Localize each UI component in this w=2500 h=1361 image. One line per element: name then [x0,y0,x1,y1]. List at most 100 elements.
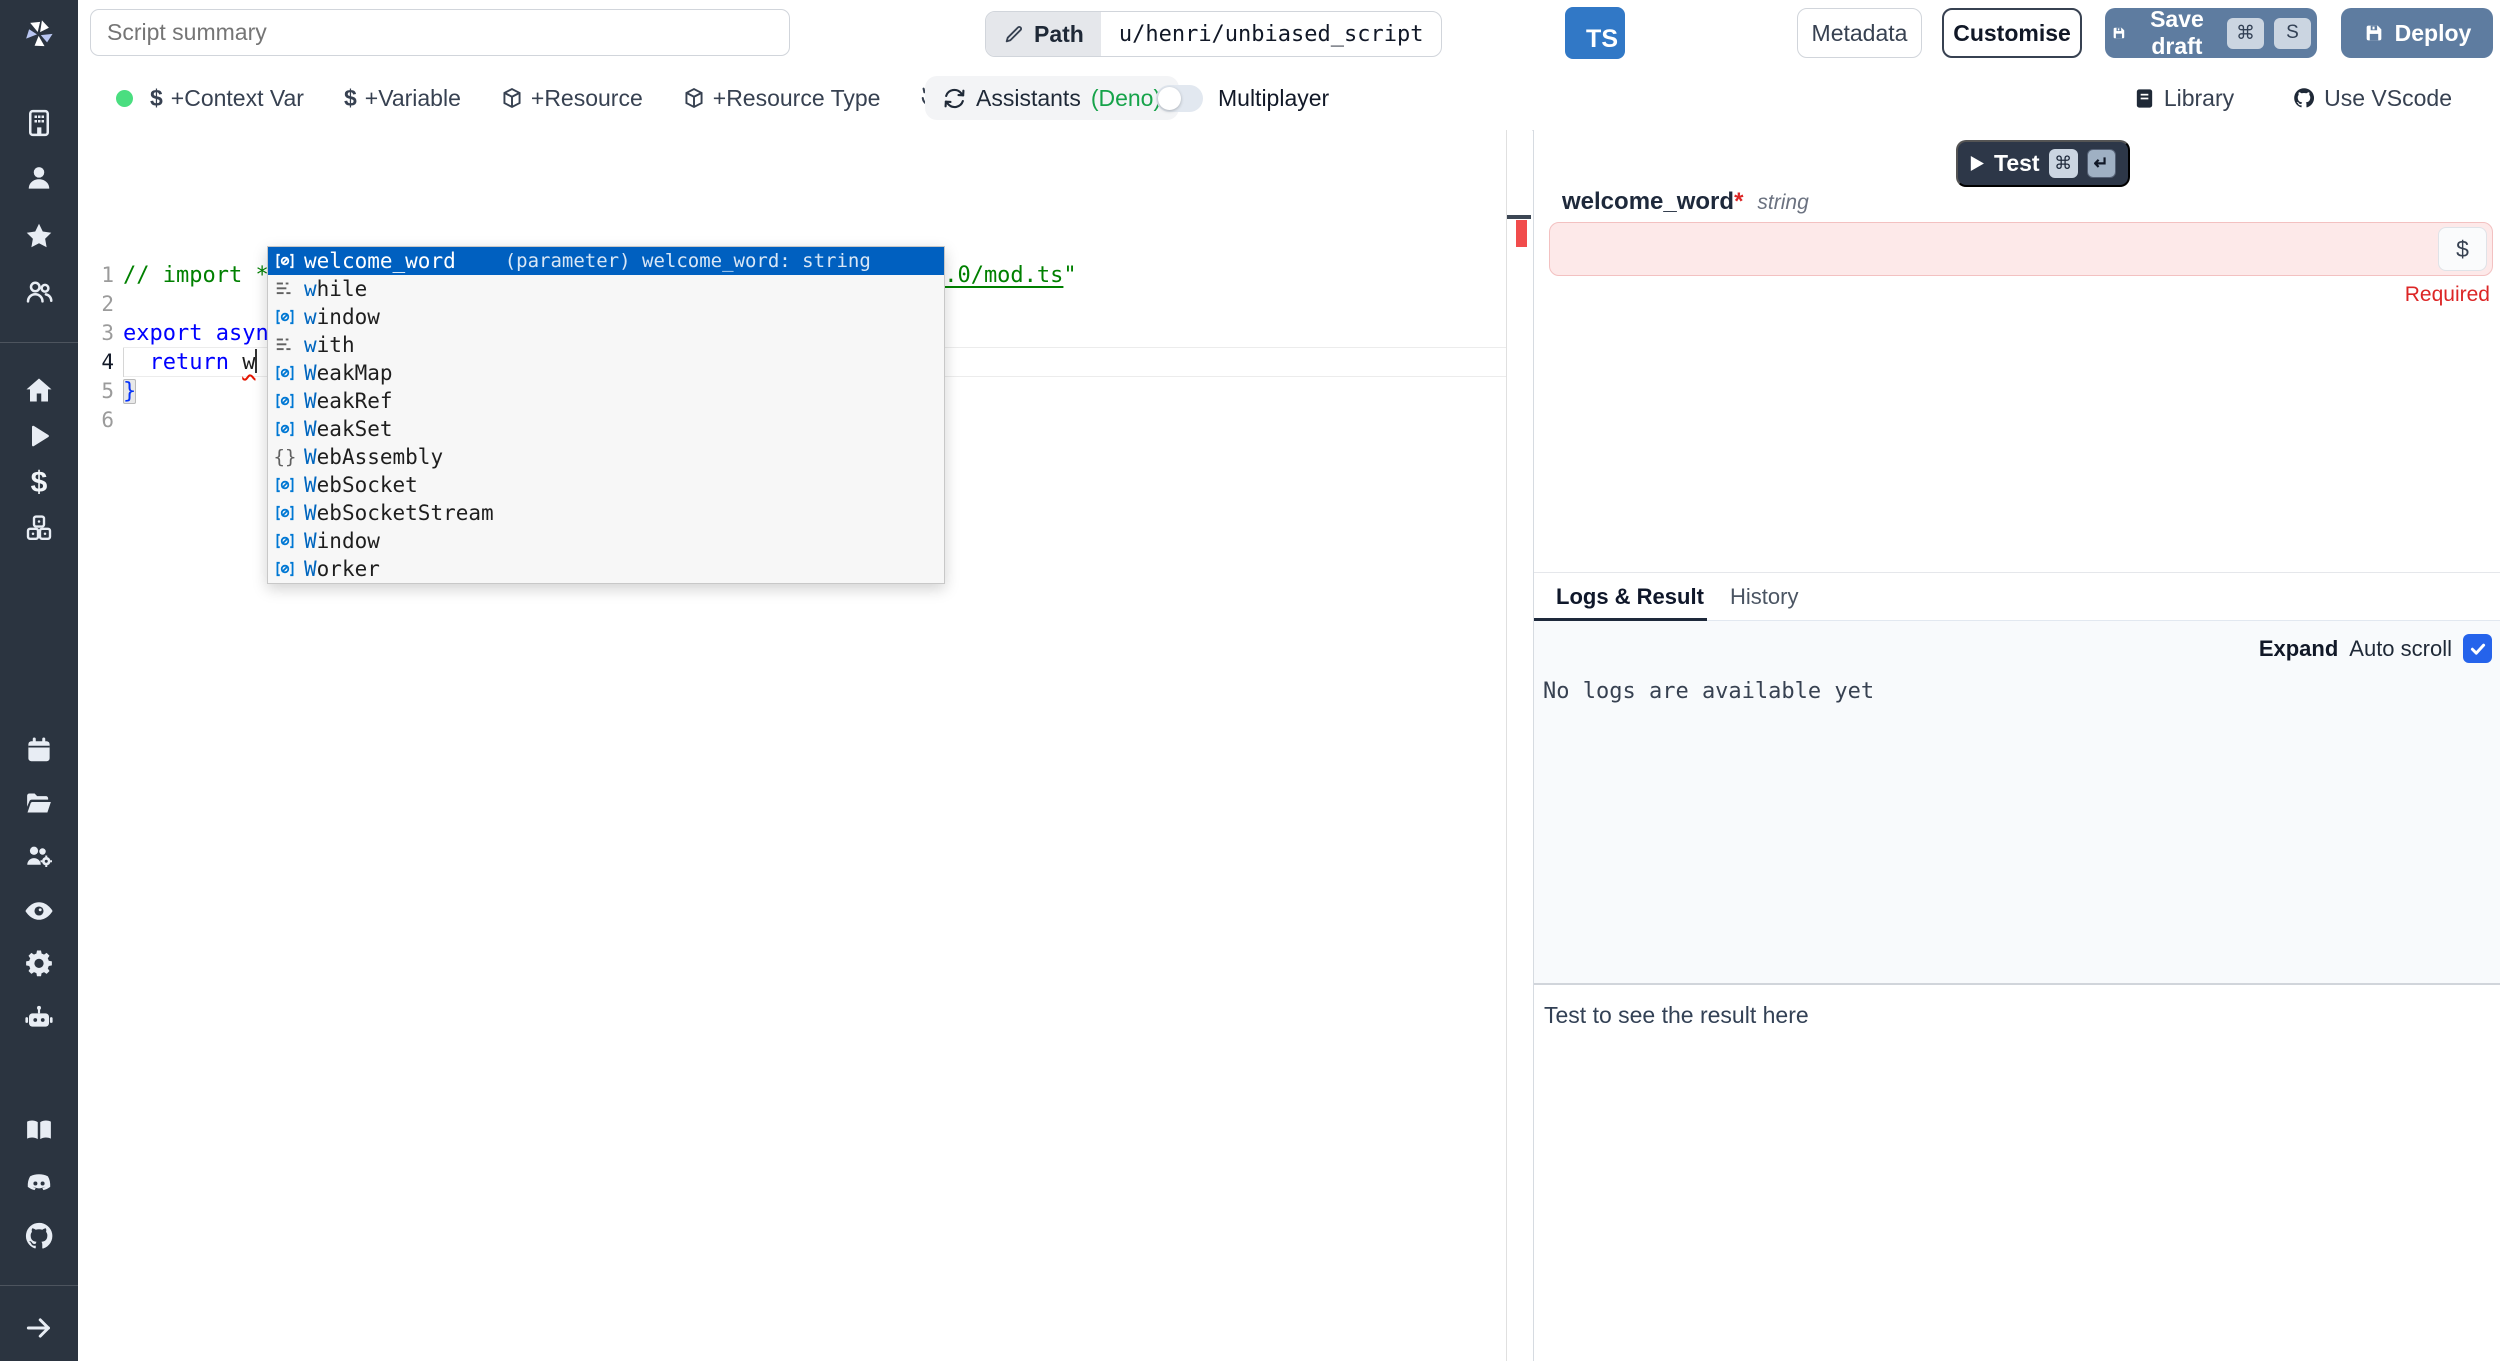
suggestion-item[interactable]: with [268,331,944,359]
argument-type: string [1757,191,1808,215]
suggestion-item[interactable]: while [268,275,944,303]
dollar-icon: $ [344,85,357,112]
book-open-icon [24,1115,54,1145]
suggestion-detail: (parameter) welcome_word: string [505,250,871,272]
sidebar-item-workers[interactable] [0,841,78,871]
symbol-keyword-icon [274,278,296,300]
line-number: 6 [78,406,114,435]
autocomplete-widget[interactable]: welcome_word(parameter) welcome_word: st… [267,246,945,584]
save-icon [2111,22,2127,44]
suggestion-item[interactable]: Worker [268,555,944,583]
suggestion-item[interactable]: {}WebAssembly [268,443,944,471]
library-button[interactable]: Library [2133,85,2234,112]
save-icon [2363,22,2385,44]
sidebar-item-github[interactable] [0,1220,78,1252]
add-variable-button[interactable]: $ +Variable [344,85,461,112]
assistants-chip[interactable]: Assistants (Deno) [925,76,1179,120]
suggestion-item[interactable]: WeakMap [268,359,944,387]
sidebar-item-users[interactable] [0,277,78,307]
metadata-button[interactable]: Metadata [1797,8,1922,58]
text-cursor [255,349,257,373]
user-icon [24,163,54,193]
sidebar-item-variables[interactable]: $ [0,468,78,498]
add-resource-type-button[interactable]: +Resource Type [683,85,881,112]
autoscroll-checkbox[interactable] [2463,634,2492,663]
sidebar-collapse-arrow-icon[interactable] [0,1313,78,1343]
sidebar-item-resources[interactable] [0,513,78,543]
sidebar: $ [0,0,78,1361]
sidebar-item-settings[interactable] [0,948,78,978]
sidebar-item-ai[interactable] [0,1002,78,1034]
argument-name: welcome_word [1562,188,1734,216]
sidebar-item-workspace[interactable] [0,108,78,138]
tab-bar: Logs & Result History [1534,573,2500,621]
expand-button[interactable]: Expand [2259,636,2338,662]
argument-input[interactable]: $ [1549,222,2493,276]
add-resource-button[interactable]: +Resource [501,85,643,112]
symbol-variable-icon [274,502,296,524]
autoscroll-label: Auto scroll [2349,636,2452,662]
overview-ruler[interactable] [1506,130,1532,1361]
sidebar-item-home[interactable] [0,375,78,405]
code-editor[interactable]: 123456 // import * as wmill from "https:… [78,130,1532,1361]
package-icon [683,87,705,109]
multiplayer-toggle[interactable] [1156,85,1203,112]
status-dot [116,90,133,107]
sidebar-item-runs[interactable] [0,422,78,450]
sidebar-item-audit-logs[interactable] [0,895,78,927]
sidebar-divider [0,1285,78,1286]
assistants-label: Assistants [976,85,1081,112]
suggestion-item[interactable]: welcome_word(parameter) welcome_word: st… [268,247,944,275]
customise-button[interactable]: Customise [1942,8,2082,58]
assistants-lang-label: (Deno) [1091,85,1161,112]
symbol-module-icon: {} [274,446,297,468]
script-summary-input[interactable] [90,9,790,56]
windmill-logo-icon [17,12,61,56]
sidebar-item-discord[interactable] [0,1168,78,1200]
suggestion-item[interactable]: WeakSet [268,415,944,443]
library-label: Library [2164,85,2234,112]
add-resource-label: +Resource [531,85,643,112]
suggestion-item[interactable]: WebSocketStream [268,499,944,527]
sidebar-item-favorites[interactable] [0,221,78,251]
path-value[interactable]: u/henri/unbiased_script [1101,12,1442,56]
suggestion-label: WebSocketStream [304,501,494,525]
users-icon [24,277,54,307]
windmill-logo-icon[interactable] [0,12,78,56]
path-edit-button[interactable]: Path [986,12,1101,56]
test-button[interactable]: Test ⌘ ↵ [1956,140,2130,187]
overview-error-mark [1516,220,1527,247]
home-icon [24,375,54,405]
suggestion-label: WeakSet [304,417,393,441]
cubes-icon [24,513,54,543]
sidebar-item-user[interactable] [0,163,78,193]
logs-area: Expand Auto scroll No logs are available… [1534,621,2500,983]
sidebar-item-folders[interactable] [0,788,78,818]
deploy-button[interactable]: Deploy [2341,8,2493,58]
use-vscode-button[interactable]: Use VScode [2292,85,2452,112]
path-group[interactable]: Path u/henri/unbiased_script [985,11,1442,57]
insert-variable-button[interactable]: $ [2438,227,2487,271]
save-draft-button[interactable]: Save draft ⌘ S [2105,8,2317,58]
tab-history[interactable]: History [1730,573,1798,621]
tab-logs-result[interactable]: Logs & Result [1556,573,1704,621]
suggestion-item[interactable]: WeakRef [268,387,944,415]
toggle-knob [1158,87,1181,110]
save-draft-label: Save draft [2137,6,2217,60]
sidebar-item-docs[interactable] [0,1115,78,1145]
dollar-icon: $ [31,468,48,498]
vscode-github-icon [2292,86,2316,110]
suggestion-item[interactable]: WebSocket [268,471,944,499]
add-context-var-button[interactable]: $ +Context Var [150,85,304,112]
suggestion-label: Worker [304,557,380,581]
suggestion-label: while [304,277,367,301]
symbol-variable-icon [274,362,296,384]
path-label: Path [1034,21,1084,48]
suggestion-label: window [304,305,380,329]
argument-field-header: welcome_word * string [1562,188,1809,216]
gear-icon [24,948,54,978]
sidebar-item-schedules[interactable] [0,735,78,765]
suggestion-item[interactable]: window [268,303,944,331]
suggestion-item[interactable]: Window [268,527,944,555]
line-number: 3 [78,319,114,348]
